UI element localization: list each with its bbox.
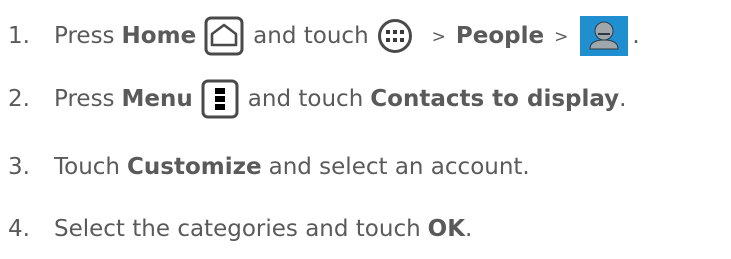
- separator: >: [554, 27, 569, 47]
- step-1: 1. Press Home and touch > People > .: [0, 14, 640, 58]
- separator: >: [431, 27, 446, 47]
- people-label: People: [455, 23, 545, 49]
- customize-label: Customize: [127, 154, 262, 180]
- all-apps-icon: [377, 18, 413, 54]
- step-text: Press: [54, 23, 115, 49]
- step-number: 1.: [8, 23, 30, 49]
- step-3: 3. Touch Customize and select an account…: [0, 145, 530, 189]
- step-end: .: [632, 23, 640, 49]
- step-text: Press: [54, 86, 115, 112]
- instruction-steps: 1. Press Home and touch > People > . 2. …: [0, 0, 731, 259]
- step-text: and select an account.: [268, 154, 530, 180]
- step-number: 3.: [8, 154, 30, 180]
- step-text: and touch: [253, 23, 369, 49]
- step-4: 4. Select the categories and touch OK .: [0, 207, 472, 251]
- ok-label: OK: [427, 216, 466, 242]
- step-text: Touch: [54, 154, 121, 180]
- step-number: 4.: [8, 216, 30, 242]
- step-end: .: [465, 216, 473, 242]
- step-2: 2. Press Menu and touch Contacts to disp…: [0, 77, 626, 121]
- menu-label: Menu: [121, 86, 193, 112]
- home-label: Home: [121, 23, 197, 49]
- contacts-tab-icon: [580, 16, 629, 56]
- step-text: Select the categories and touch: [54, 216, 421, 242]
- step-end: .: [619, 86, 627, 112]
- contacts-to-display-label: Contacts to display: [370, 86, 620, 112]
- step-text: and touch: [247, 86, 364, 112]
- home-button-icon: [204, 16, 244, 56]
- step-number: 2.: [8, 86, 30, 112]
- menu-button-icon: [201, 79, 239, 119]
